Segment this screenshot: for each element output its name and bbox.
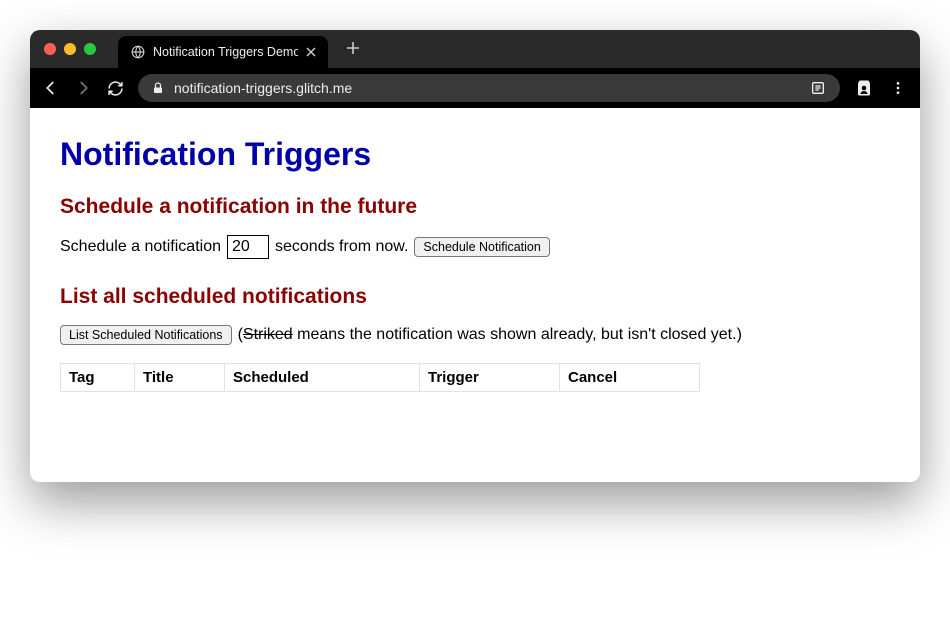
col-tag: Tag	[61, 364, 135, 392]
globe-icon	[130, 45, 145, 60]
striked-word: Striked	[243, 326, 293, 343]
reload-button[interactable]	[106, 79, 124, 97]
close-tab-icon[interactable]	[306, 44, 316, 60]
col-title: Title	[135, 364, 225, 392]
maximize-window-button[interactable]	[84, 43, 96, 55]
schedule-suffix-text: seconds from now.	[275, 238, 408, 256]
col-scheduled: Scheduled	[225, 364, 420, 392]
list-note: (Striked means the notification was show…	[238, 326, 742, 344]
list-scheduled-button[interactable]: List Scheduled Notifications	[60, 325, 232, 345]
lock-icon	[152, 81, 164, 95]
browser-tab[interactable]: Notification Triggers Demo	[118, 36, 328, 68]
minimize-window-button[interactable]	[64, 43, 76, 55]
notifications-table: Tag Title Scheduled Trigger Cancel	[60, 363, 700, 392]
seconds-input[interactable]	[227, 235, 269, 259]
schedule-notification-button[interactable]: Schedule Notification	[414, 237, 549, 257]
reader-mode-icon[interactable]	[810, 80, 826, 96]
table-header-row: Tag Title Scheduled Trigger Cancel	[61, 364, 700, 392]
page-content: Notification Triggers Schedule a notific…	[30, 108, 920, 482]
menu-icon[interactable]	[888, 78, 908, 98]
tab-bar: Notification Triggers Demo	[30, 30, 920, 68]
schedule-prefix-text: Schedule a notification	[60, 238, 221, 256]
account-icon[interactable]	[854, 78, 874, 98]
schedule-heading: Schedule a notification in the future	[60, 195, 890, 219]
tab-title: Notification Triggers Demo	[153, 45, 298, 59]
url-text: notification-triggers.glitch.me	[174, 80, 800, 96]
browser-toolbar: notification-triggers.glitch.me	[30, 68, 920, 108]
close-window-button[interactable]	[44, 43, 56, 55]
col-cancel: Cancel	[560, 364, 700, 392]
forward-button[interactable]	[74, 79, 92, 97]
window-controls	[44, 43, 96, 55]
page-title: Notification Triggers	[60, 136, 890, 173]
col-trigger: Trigger	[420, 364, 560, 392]
list-heading: List all scheduled notifications	[60, 285, 890, 309]
schedule-form: Schedule a notification seconds from now…	[60, 235, 890, 259]
browser-window: Notification Triggers Demo	[30, 30, 920, 482]
back-button[interactable]	[42, 79, 60, 97]
list-controls: List Scheduled Notifications (Striked me…	[60, 325, 890, 345]
new-tab-button[interactable]	[346, 39, 360, 60]
address-bar[interactable]: notification-triggers.glitch.me	[138, 74, 840, 102]
